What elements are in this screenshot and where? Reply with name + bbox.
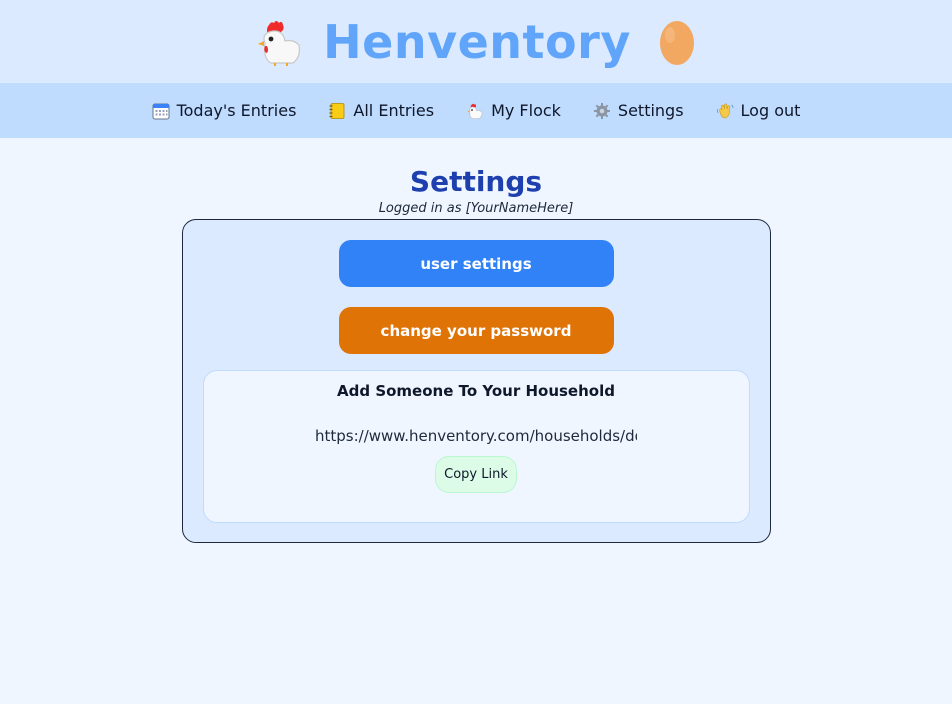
- page-title: Settings: [409, 165, 543, 198]
- nav-item-settings[interactable]: Settings: [593, 101, 684, 120]
- settings-card: user settings change your password Add S…: [181, 219, 771, 543]
- nav-item-log-out[interactable]: Log out: [716, 101, 801, 120]
- app-title: Henventory: [323, 14, 631, 69]
- nav-label-my-flock: My Flock: [491, 101, 561, 120]
- copy-link-button[interactable]: Copy Link: [435, 456, 517, 493]
- nav-label-settings: Settings: [617, 101, 684, 120]
- nav-item-all-entries[interactable]: All Entries: [328, 101, 434, 120]
- notebook-icon: [329, 102, 345, 119]
- chicken-emoji-icon: [258, 20, 301, 66]
- nav-item-my-flock[interactable]: My Flock: [466, 101, 561, 120]
- waving-hand-icon: [716, 103, 733, 118]
- user-settings-button[interactable]: user settings: [338, 240, 614, 287]
- household-title: Add Someone To Your Household: [337, 382, 615, 400]
- nav-label-log-out: Log out: [740, 101, 801, 120]
- main-nav: Today's Entries All Entries My Flock Set…: [0, 83, 952, 138]
- change-password-button[interactable]: change your password: [338, 307, 614, 354]
- logged-in-text: Logged in as [YourNameHere]: [378, 201, 574, 216]
- calendar-icon: [152, 103, 170, 119]
- brand: Henventory: [255, 17, 697, 67]
- app-header: Henventory: [0, 0, 952, 83]
- household-panel: Add Someone To Your Household Copy Link: [202, 370, 750, 523]
- chicken-icon: [467, 103, 483, 119]
- gear-icon: [593, 102, 610, 119]
- nav-label-all-entries: All Entries: [353, 101, 435, 120]
- main-content: Settings Logged in as [YourNameHere] use…: [0, 138, 952, 543]
- egg-emoji-icon: [659, 20, 694, 65]
- nav-item-todays-entries[interactable]: Today's Entries: [152, 101, 297, 120]
- household-link-field[interactable]: [315, 425, 637, 447]
- nav-label-todays-entries: Today's Entries: [176, 101, 297, 120]
